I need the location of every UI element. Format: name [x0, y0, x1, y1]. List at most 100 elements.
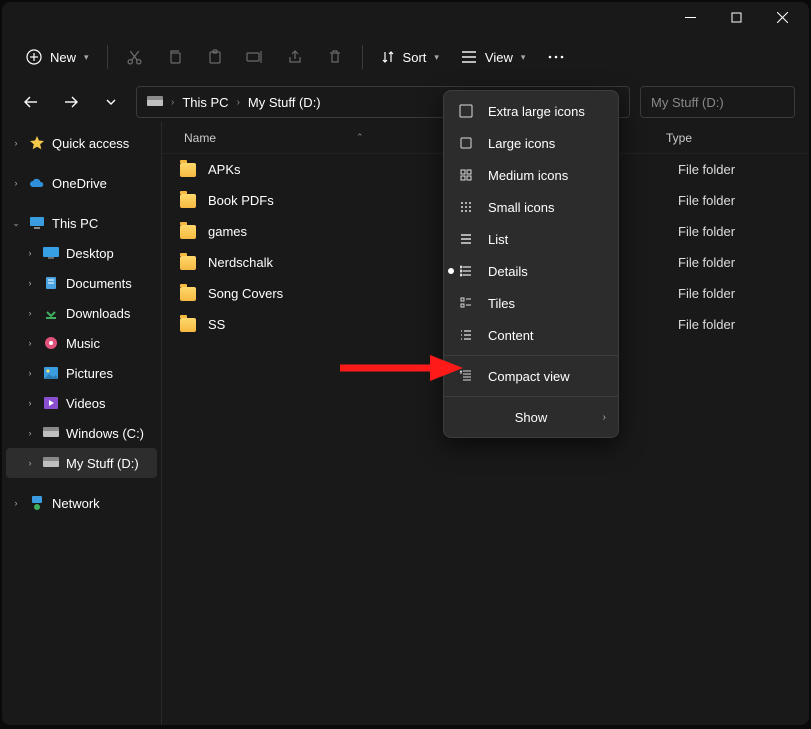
sidebar-downloads[interactable]: › Downloads	[6, 298, 157, 328]
cut-button[interactable]	[116, 39, 154, 75]
close-button[interactable]	[759, 2, 805, 32]
sidebar-label: Desktop	[66, 246, 114, 261]
documents-icon	[42, 276, 60, 290]
file-type: File folder	[678, 162, 735, 177]
medium-icons-icon	[458, 169, 474, 181]
drive-icon	[42, 427, 60, 439]
chevron-down-icon: ▾	[84, 52, 89, 63]
file-type: File folder	[678, 286, 735, 301]
chevron-right-icon: ›	[171, 97, 174, 108]
toolbar: New ▾ Sort ▾ View ▾	[2, 32, 809, 82]
menu-large-icons[interactable]: Large icons	[444, 127, 618, 159]
sidebar-quick-access[interactable]: › Quick access	[6, 128, 157, 158]
folder-icon	[180, 256, 196, 270]
monitor-icon	[28, 216, 46, 230]
search-placeholder: My Stuff (D:)	[651, 95, 724, 110]
file-type: File folder	[678, 193, 735, 208]
new-button[interactable]: New ▾	[16, 43, 99, 71]
view-menu: Extra large icons Large icons Medium ico…	[443, 90, 619, 438]
view-button[interactable]: View ▾	[451, 44, 535, 71]
back-button[interactable]	[16, 87, 46, 117]
sidebar-music[interactable]: › Music	[6, 328, 157, 358]
column-name[interactable]: Name ⌃	[184, 131, 344, 145]
sidebar-drive-c[interactable]: › Windows (C:)	[6, 418, 157, 448]
content-icon	[458, 329, 474, 341]
sidebar-label: Videos	[66, 396, 106, 411]
forward-button[interactable]	[56, 87, 86, 117]
chevron-down-icon: ▾	[521, 52, 526, 63]
menu-show[interactable]: Show ›	[444, 401, 618, 433]
file-type: File folder	[678, 317, 735, 332]
sort-label: Sort	[403, 50, 427, 65]
folder-icon	[180, 225, 196, 239]
tiles-icon	[458, 297, 474, 309]
body: › Quick access › OneDrive ⌄ This PC › De…	[2, 122, 809, 725]
sidebar-label: OneDrive	[52, 176, 107, 191]
sidebar-label: My Stuff (D:)	[66, 456, 139, 471]
copy-button[interactable]	[156, 39, 194, 75]
sidebar-label: Downloads	[66, 306, 130, 321]
view-label: View	[485, 50, 513, 65]
rename-button[interactable]	[236, 39, 274, 75]
chevron-right-icon: ›	[24, 458, 36, 468]
recent-button[interactable]	[96, 87, 126, 117]
sidebar-label: Pictures	[66, 366, 113, 381]
pictures-icon	[42, 367, 60, 379]
small-icons-icon	[458, 201, 474, 213]
paste-button[interactable]	[196, 39, 234, 75]
search-input[interactable]: My Stuff (D:)	[640, 86, 795, 118]
sort-button[interactable]: Sort ▾	[371, 44, 449, 71]
videos-icon	[42, 397, 60, 409]
drive-icon	[42, 457, 60, 469]
maximize-button[interactable]	[713, 2, 759, 32]
menu-small-icons[interactable]: Small icons	[444, 191, 618, 223]
music-icon	[42, 336, 60, 350]
menu-content[interactable]: Content	[444, 319, 618, 351]
file-type: File folder	[678, 255, 735, 270]
sidebar-label: Music	[66, 336, 100, 351]
sidebar-label: Documents	[66, 276, 132, 291]
sidebar-label: Network	[52, 496, 100, 511]
menu-medium-icons[interactable]: Medium icons	[444, 159, 618, 191]
menu-tiles[interactable]: Tiles	[444, 287, 618, 319]
sidebar-network[interactable]: › Network	[6, 488, 157, 518]
large-icons-icon	[458, 137, 474, 149]
sidebar-pictures[interactable]: › Pictures	[6, 358, 157, 388]
folder-icon	[180, 287, 196, 301]
sidebar-label: This PC	[52, 216, 98, 231]
separator	[362, 45, 363, 69]
chevron-right-icon: ›	[24, 248, 36, 258]
sidebar-desktop[interactable]: › Desktop	[6, 238, 157, 268]
menu-extra-large-icons[interactable]: Extra large icons	[444, 95, 618, 127]
separator	[107, 45, 108, 69]
network-icon	[28, 496, 46, 510]
sidebar-this-pc[interactable]: ⌄ This PC	[6, 208, 157, 238]
new-label: New	[50, 50, 76, 65]
sidebar-drive-d[interactable]: › My Stuff (D:)	[6, 448, 157, 478]
sidebar-documents[interactable]: › Documents	[6, 268, 157, 298]
menu-compact-view[interactable]: Compact view	[444, 360, 618, 392]
more-button[interactable]	[537, 39, 575, 75]
chevron-right-icon: ›	[24, 398, 36, 408]
sidebar-label: Quick access	[52, 136, 129, 151]
chevron-right-icon: ›	[24, 278, 36, 288]
chevron-right-icon: ›	[237, 97, 240, 108]
menu-separator	[444, 396, 618, 397]
compact-view-icon	[458, 370, 474, 382]
column-type[interactable]: Type	[666, 131, 692, 145]
cloud-icon	[28, 177, 46, 189]
share-button[interactable]	[276, 39, 314, 75]
menu-details[interactable]: Details	[444, 255, 618, 287]
extra-large-icons-icon	[458, 104, 474, 118]
chevron-right-icon: ›	[10, 138, 22, 148]
sidebar-onedrive[interactable]: › OneDrive	[6, 168, 157, 198]
minimize-button[interactable]	[667, 2, 713, 32]
star-icon	[28, 135, 46, 151]
menu-list[interactable]: List	[444, 223, 618, 255]
sidebar-videos[interactable]: › Videos	[6, 388, 157, 418]
breadcrumb-this-pc[interactable]: This PC	[182, 95, 228, 110]
details-icon	[458, 265, 474, 277]
delete-button[interactable]	[316, 39, 354, 75]
breadcrumb-location[interactable]: My Stuff (D:)	[248, 95, 321, 110]
navbar: › This PC › My Stuff (D:) My Stuff (D:)	[2, 82, 809, 122]
